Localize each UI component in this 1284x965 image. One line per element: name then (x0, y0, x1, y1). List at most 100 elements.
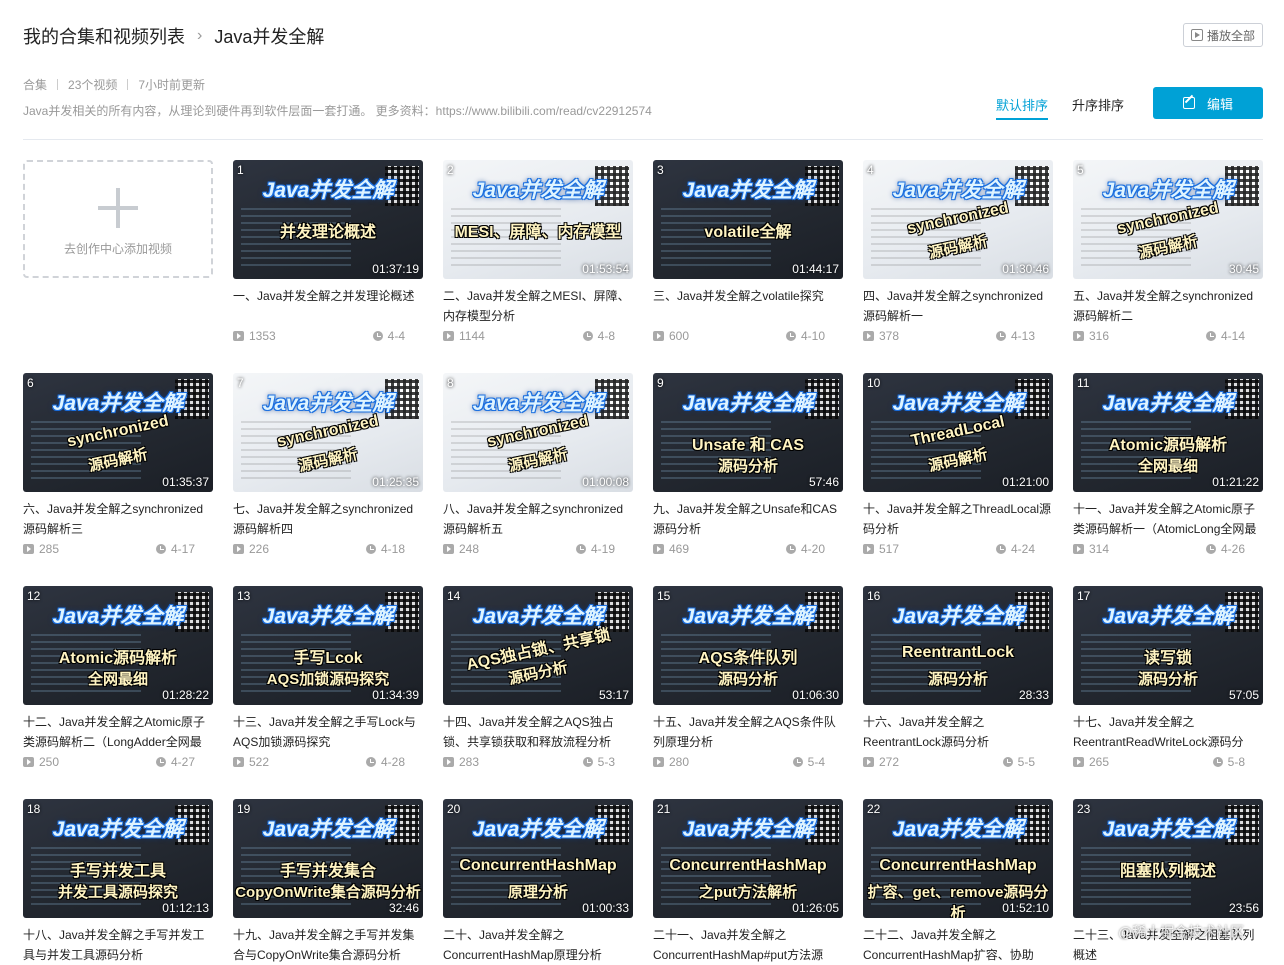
video-card[interactable]: 4 Java并发全解 synchronized 源码解析 01:30:46 四、Java并… (863, 160, 1053, 350)
video-title[interactable]: 十四、Java并发全解之AQS独占锁、共享锁获取和释放流程分析 (443, 712, 635, 752)
video-title[interactable]: 二、Java并发全解之MESI、屏障、内存模型分析 (443, 286, 635, 326)
video-card[interactable]: 8 Java并发全解 synchronized 源码解析 01:00:08 八、Java并… (443, 373, 633, 563)
video-title[interactable]: 十八、Java并发全解之手写并发工具与并发工具源码分析 (23, 925, 215, 965)
video-card[interactable]: 18 Java并发全解 手写并发工具 并发工具源码探究 01:12:13 十八、Java并… (23, 799, 213, 965)
video-card[interactable]: 16 Java并发全解 ReentrantLock 源码分析 28:33 十六、Java并… (863, 586, 1053, 776)
video-thumbnail[interactable]: 18 Java并发全解 手写并发工具 并发工具源码探究 01:12:13 (23, 799, 213, 918)
video-thumbnail[interactable]: 19 Java并发全解 手写并发集合 CopyOnWrite集合源码分析 32:46 (233, 799, 423, 918)
video-thumbnail[interactable]: 12 Java并发全解 Atomic源码解析 全网最细 01:28:22 (23, 586, 213, 705)
video-card[interactable]: 17 Java并发全解 读写锁 源码分析 57:05 十七、Java并发全解之Reentr… (1073, 586, 1263, 776)
video-duration: 01:21:00 (1002, 475, 1049, 489)
video-title[interactable]: 六、Java并发全解之synchronized源码解析三 (23, 499, 215, 539)
video-card[interactable]: 3 Java并发全解 volatile全解 01:44:17 三、Java并发全解之vo… (653, 160, 843, 350)
video-thumbnail[interactable]: 17 Java并发全解 读写锁 源码分析 57:05 (1073, 586, 1263, 705)
video-thumbnail[interactable]: 3 Java并发全解 volatile全解 01:44:17 (653, 160, 843, 279)
video-title[interactable]: 九、Java并发全解之Unsafe和CAS源码分析 (653, 499, 845, 539)
thumbnail-subtitle: 手写并发工具 (69, 863, 166, 880)
video-thumbnail[interactable]: 13 Java并发全解 手写Lcok AQS加锁源码探究 01:34:39 (233, 586, 423, 705)
video-thumbnail[interactable]: 21 Java并发全解 ConcurrentHashMap 之put方法解析 01:26… (653, 799, 843, 918)
video-card[interactable]: 13 Java并发全解 手写Lcok AQS加锁源码探究 01:34:39 十三、Java… (233, 586, 423, 776)
thumbnail-title: Java并发全解 (1102, 818, 1234, 841)
video-thumbnail[interactable]: 4 Java并发全解 synchronized 源码解析 01:30:46 (863, 160, 1053, 279)
episode-number: 12 (27, 589, 41, 603)
video-thumbnail[interactable]: 5 Java并发全解 synchronized 源码解析 30:45 (1073, 160, 1263, 279)
video-title[interactable]: 十、Java并发全解之ThreadLocal源码分析 (863, 499, 1055, 539)
video-stats: 469 4-20 (653, 542, 825, 556)
video-title[interactable]: 七、Java并发全解之synchronized源码解析四 (233, 499, 425, 539)
edit-button[interactable]: 编辑 (1153, 87, 1263, 119)
clock-icon (582, 757, 593, 767)
thumbnail-title: Java并发全解 (1102, 605, 1234, 628)
video-stats: 314 4-26 (1073, 542, 1245, 556)
thumbnail-subtitle: AQS条件队列 (698, 650, 798, 667)
video-card[interactable]: 7 Java并发全解 synchronized 源码解析 01:25:35 七、Java并… (233, 373, 423, 563)
thumbnail-subtitle: 手写并发集合 (279, 863, 376, 880)
video-thumbnail[interactable]: 10 Java并发全解 ThreadLocal 源码解析 01:21:00 (863, 373, 1053, 492)
view-count: 517 (879, 542, 900, 556)
video-title[interactable]: 十六、Java并发全解之ReentrantLock源码分析 (863, 712, 1055, 752)
video-thumbnail[interactable]: 16 Java并发全解 ReentrantLock 源码分析 28:33 (863, 586, 1053, 705)
clock-icon (575, 544, 586, 554)
video-title[interactable]: 十九、Java并发全解之手写并发集合与CopyOnWrite集合源码分析 (233, 925, 425, 965)
video-thumbnail[interactable]: 2 Java并发全解 MESI、屏障、内存模型 01:53:54 (443, 160, 633, 279)
video-thumbnail[interactable]: 6 Java并发全解 synchronized 源码解析 01:35:37 (23, 373, 213, 492)
video-title[interactable]: 十五、Java并发全解之AQS条件队列原理分析 (653, 712, 845, 752)
episode-number: 17 (1077, 589, 1091, 603)
episode-number: 9 (657, 376, 664, 390)
video-thumbnail[interactable]: 15 Java并发全解 AQS条件队列 源码分析 01:06:30 (653, 586, 843, 705)
publish-date: 4-27 (170, 755, 195, 769)
sort-default-tab[interactable]: 默认排序 (996, 95, 1049, 120)
video-card[interactable]: 20 Java并发全解 ConcurrentHashMap 原理分析 01:00:33 二… (443, 799, 633, 965)
publish-date: 4-17 (170, 542, 195, 556)
video-title[interactable]: 二十、Java并发全解之ConcurrentHashMap原理分析 (443, 925, 635, 965)
video-thumbnail[interactable]: 22 Java并发全解 ConcurrentHashMap 扩容、get、remove… (863, 799, 1053, 918)
video-card[interactable]: 9 Java并发全解 Unsafe 和 CAS 源码分析 57:46 九、Java并发全解… (653, 373, 843, 563)
video-card[interactable]: 10 Java并发全解 ThreadLocal 源码解析 01:21:00 十、Java并… (863, 373, 1053, 563)
episode-number: 14 (447, 589, 461, 603)
video-duration: 01:44:17 (792, 262, 839, 276)
video-card[interactable]: 2 Java并发全解 MESI、屏障、内存模型 01:53:54 二、Java并发全解之… (443, 160, 633, 350)
publish-date: 4-4 (387, 329, 405, 343)
video-card[interactable]: 15 Java并发全解 AQS条件队列 源码分析 01:06:30 十五、Java并发全解… (653, 586, 843, 776)
video-title[interactable]: 十三、Java并发全解之手写Lock与AQS加锁源码探究 (233, 712, 425, 752)
video-title[interactable]: 二十一、Java并发全解之ConcurrentHashMap#put方法源 (653, 925, 845, 965)
video-thumbnail[interactable]: 14 Java并发全解 AQS独占锁、共享锁 源码分析 53:17 (443, 586, 633, 705)
video-duration: 01:30:46 (1002, 262, 1049, 276)
video-thumbnail[interactable]: 23 Java并发全解 阻塞队列概述 23:56 (1073, 799, 1263, 918)
video-card[interactable]: 14 Java并发全解 AQS独占锁、共享锁 源码分析 53:17 十四、Java并发全解… (443, 586, 633, 776)
view-count: 265 (1089, 755, 1110, 769)
publish-date: 4-8 (597, 329, 615, 343)
thumbnail-subtitle-2: 源码分析 (717, 458, 778, 475)
video-thumbnail[interactable]: 9 Java并发全解 Unsafe 和 CAS 源码分析 57:46 (653, 373, 843, 492)
video-card[interactable]: 22 Java并发全解 ConcurrentHashMap 扩容、get、remove… (863, 799, 1053, 965)
video-card[interactable]: 21 Java并发全解 ConcurrentHashMap 之put方法解析 01:26… (653, 799, 843, 965)
video-thumbnail[interactable]: 7 Java并发全解 synchronized 源码解析 01:25:35 (233, 373, 423, 492)
video-duration: 30:45 (1228, 262, 1259, 276)
video-card[interactable]: 6 Java并发全解 synchronized 源码解析 01:35:37 六、Java并… (23, 373, 213, 563)
video-title[interactable]: 十二、Java并发全解之Atomic原子类源码解析二（LongAdder全网最 (23, 712, 215, 752)
video-card[interactable]: 11 Java并发全解 Atomic源码解析 全网最细 01:21:22 十一、Java并… (1073, 373, 1263, 563)
video-thumbnail[interactable]: 20 Java并发全解 ConcurrentHashMap 原理分析 01:00:33 (443, 799, 633, 918)
video-title[interactable]: 八、Java并发全解之synchronized源码解析五 (443, 499, 635, 539)
video-title[interactable]: 十一、Java并发全解之Atomic原子类源码解析一（AtomicLong全网最 (1073, 499, 1265, 539)
video-title[interactable]: 五、Java并发全解之synchronized源码解析二 (1073, 286, 1265, 326)
video-card[interactable]: 1 Java并发全解 并发理论概述 01:37:19 一、Java并发全解之并发理论概述… (233, 160, 423, 350)
video-title[interactable]: 一、Java并发全解之并发理论概述 (233, 286, 425, 326)
video-title[interactable]: 四、Java并发全解之synchronized源码解析一 (863, 286, 1055, 326)
video-card[interactable]: 5 Java并发全解 synchronized 源码解析 30:45 五、Java并发全解… (1073, 160, 1263, 350)
view-count: 283 (459, 755, 480, 769)
clock-icon (155, 757, 166, 767)
video-thumbnail[interactable]: 11 Java并发全解 Atomic源码解析 全网最细 01:21:22 (1073, 373, 1263, 492)
video-thumbnail[interactable]: 1 Java并发全解 并发理论概述 01:37:19 (233, 160, 423, 279)
sort-asc-tab[interactable]: 升序排序 (1072, 95, 1124, 114)
video-title[interactable]: 十七、Java并发全解之ReentrantReadWriteLock源码分 (1073, 712, 1265, 752)
video-card[interactable]: 19 Java并发全解 手写并发集合 CopyOnWrite集合源码分析 32:46 十九… (233, 799, 423, 965)
breadcrumb-root-link[interactable]: 我的合集和视频列表 (23, 23, 185, 49)
video-title[interactable]: 二十二、Java并发全解之ConcurrentHashMap扩容、协助 (863, 925, 1055, 965)
video-thumbnail[interactable]: 8 Java并发全解 synchronized 源码解析 01:00:08 (443, 373, 633, 492)
add-video-card[interactable]: 去创作中心添加视频 (23, 160, 213, 278)
clock-icon (995, 331, 1006, 341)
video-card[interactable]: 12 Java并发全解 Atomic源码解析 全网最细 01:28:22 十二、Java并… (23, 586, 213, 776)
video-title[interactable]: 三、Java并发全解之volatile探究 (653, 286, 845, 326)
play-all-button[interactable]: 播放全部 (1183, 23, 1263, 47)
